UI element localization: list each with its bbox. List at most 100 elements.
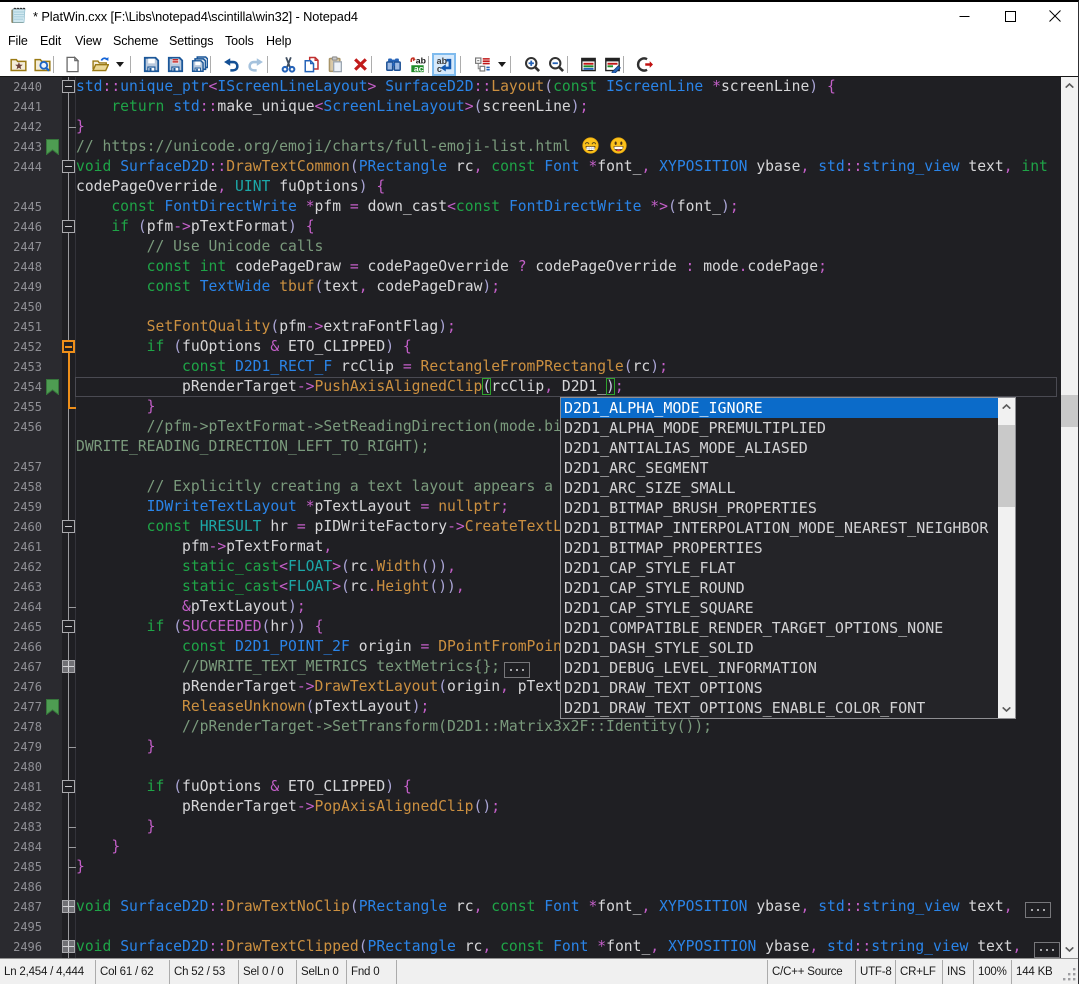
folded-text-ellipsis[interactable] <box>1034 942 1060 958</box>
fold-expand-button[interactable] <box>62 900 75 913</box>
code-row[interactable]: 2453 const D2D1_RECT_F rcClip = Rectangl… <box>0 357 1079 377</box>
code-line[interactable]: &pTextLayout); <box>76 597 306 617</box>
save-button[interactable] <box>140 53 163 76</box>
fold-collapse-button[interactable] <box>62 80 75 93</box>
line-number[interactable]: 2463 <box>0 577 42 597</box>
code-row[interactable]: 2495 <box>0 917 1079 937</box>
view-schemes-button[interactable] <box>577 53 600 76</box>
line-number[interactable]: 2451 <box>0 317 42 337</box>
menu-settings[interactable]: Settings <box>162 30 220 52</box>
line-number[interactable]: 2449 <box>0 277 42 297</box>
code-row[interactable]: codePageOverride, UINT fuOptions) { <box>0 177 1079 197</box>
scheme-dropdown-button[interactable] <box>495 53 509 76</box>
line-number[interactable]: 2454 <box>0 377 42 397</box>
resize-grip-icon[interactable] <box>1063 968 1077 982</box>
title-bar[interactable]: * PlatWin.cxx [F:\Libs\notepad4\scintill… <box>0 0 1079 30</box>
line-number[interactable]: 2479 <box>0 737 42 757</box>
menu-scheme[interactable]: Scheme <box>106 30 165 52</box>
line-number[interactable]: 2480 <box>0 757 42 777</box>
redo-button[interactable] <box>244 53 267 76</box>
code-row[interactable]: 2444void SurfaceD2D::DrawTextCommon(PRec… <box>0 157 1079 177</box>
status-selln[interactable]: SelLn 0 <box>297 960 347 984</box>
scroll-up-button[interactable] <box>998 398 1015 415</box>
status-144[interactable]: 144 KB <box>1012 960 1060 984</box>
line-number[interactable]: 2446 <box>0 217 42 237</box>
fold-collapse-button[interactable] <box>62 340 75 353</box>
menu-edit[interactable]: Edit <box>33 30 68 52</box>
fold-collapse-button[interactable] <box>62 520 75 533</box>
code-row[interactable]: 2448 const int codePageDraw = codePageOv… <box>0 257 1079 277</box>
code-row[interactable]: 2486 <box>0 877 1079 897</box>
code-line[interactable]: return std::make_unique<ScreenLineLayout… <box>76 97 588 117</box>
customize-schemes-button[interactable] <box>601 53 624 76</box>
code-line[interactable]: //DWRITE_TEXT_METRICS textMetrics{}; <box>76 657 530 677</box>
scrollbar-thumb[interactable] <box>1061 395 1078 427</box>
menu-view[interactable]: View <box>68 30 108 52</box>
code-row[interactable]: 2485} <box>0 857 1079 877</box>
line-number[interactable]: 2486 <box>0 877 42 897</box>
zoom-in-button[interactable] <box>521 53 544 76</box>
code-line[interactable]: if (SUCCEEDED(hr)) { <box>76 617 323 637</box>
scroll-down-button[interactable] <box>998 701 1015 718</box>
code-row[interactable]: 2441 return std::make_unique<ScreenLineL… <box>0 97 1079 117</box>
line-number[interactable]: 2461 <box>0 537 42 557</box>
autocomplete-item[interactable]: D2D1_ALPHA_MODE_PREMULTIPLIED <box>561 418 998 438</box>
code-row[interactable]: 2452 if (fuOptions & ETO_CLIPPED) { <box>0 337 1079 357</box>
status-ln[interactable]: Ln 2,454 / 4,444 <box>0 960 96 984</box>
line-number[interactable]: 2495 <box>0 917 42 937</box>
delete-button[interactable] <box>349 53 372 76</box>
code-row[interactable]: 2496void SurfaceD2D::DrawTextClipped(PRe… <box>0 937 1079 957</box>
browse-folder-button[interactable] <box>31 53 54 76</box>
autocomplete-item[interactable]: D2D1_BITMAP_BRUSH_PROPERTIES <box>561 498 998 518</box>
fold-collapse-button[interactable] <box>62 620 75 633</box>
fold-collapse-button[interactable] <box>62 780 75 793</box>
autocomplete-item[interactable]: D2D1_CAP_STYLE_FLAT <box>561 558 998 578</box>
autocomplete-item[interactable]: D2D1_CAP_STYLE_ROUND <box>561 578 998 598</box>
code-row[interactable]: 2487void SurfaceD2D::DrawTextNoClip(PRec… <box>0 897 1079 917</box>
code-line[interactable]: } <box>76 397 156 417</box>
line-number[interactable]: 2447 <box>0 237 42 257</box>
new-file-button[interactable] <box>61 53 84 76</box>
replace-button[interactable]: abac <box>406 53 429 76</box>
editor-scrollbar[interactable] <box>1061 77 1078 958</box>
line-number[interactable]: 2465 <box>0 617 42 637</box>
close-button[interactable] <box>1032 2 1078 30</box>
code-row[interactable]: 2445 const FontDirectWrite *pfm = down_c… <box>0 197 1079 217</box>
maximize-button[interactable] <box>987 2 1033 30</box>
line-number[interactable]: 2459 <box>0 497 42 517</box>
fold-expand-button[interactable] <box>62 660 75 673</box>
code-line[interactable]: DWRITE_READING_DIRECTION_LEFT_TO_RIGHT); <box>76 437 429 457</box>
code-row[interactable]: 2443// https://unicode.org/emoji/charts/… <box>0 137 1079 157</box>
copy-button[interactable] <box>300 53 323 76</box>
status-col[interactable]: Col 61 / 62 <box>96 960 170 984</box>
editor[interactable]: 2440std::unique_ptr<IScreenLineLayout> S… <box>0 77 1079 958</box>
line-number[interactable]: 2456 <box>0 417 42 437</box>
code-row[interactable]: 2447 // Use Unicode calls <box>0 237 1079 257</box>
line-number[interactable]: 2483 <box>0 817 42 837</box>
line-number[interactable]: 2466 <box>0 637 42 657</box>
code-row[interactable]: 2482 pRenderTarget->PopAxisAlignedClip()… <box>0 797 1079 817</box>
exit-button[interactable] <box>633 53 656 76</box>
code-row[interactable]: 2480 <box>0 757 1079 777</box>
code-line[interactable]: void SurfaceD2D::DrawTextCommon(PRectang… <box>76 157 1048 177</box>
code-row[interactable]: 2451 SetFontQuality(pfm->extraFontFlag); <box>0 317 1079 337</box>
line-number[interactable]: 2467 <box>0 657 42 677</box>
code-line[interactable]: const int codePageDraw = codePageOverrid… <box>76 257 827 277</box>
code-line[interactable]: static_cast<FLOAT>(rc.Width()), <box>76 557 456 577</box>
scroll-up-button[interactable] <box>1061 77 1078 94</box>
status-ch[interactable]: Ch 52 / 53 <box>170 960 239 984</box>
folded-text-ellipsis[interactable] <box>504 662 530 678</box>
line-number[interactable]: 2441 <box>0 97 42 117</box>
scroll-down-button[interactable] <box>1061 941 1078 958</box>
line-number[interactable]: 2487 <box>0 897 42 917</box>
status-c/c++[interactable]: C/C++ Source <box>768 960 856 984</box>
save-all-button[interactable] <box>188 53 211 76</box>
open-file-button[interactable] <box>89 53 112 76</box>
code-row[interactable]: 2454 pRenderTarget->PushAxisAlignedClip(… <box>0 377 1079 397</box>
status-100%[interactable]: 100% <box>974 960 1012 984</box>
line-number[interactable]: 2442 <box>0 117 42 137</box>
line-number[interactable]: 2457 <box>0 457 42 477</box>
code-row[interactable]: 2479 } <box>0 737 1079 757</box>
autocomplete-item[interactable]: D2D1_BITMAP_INTERPOLATION_MODE_NEAREST_N… <box>561 518 998 538</box>
scrollbar-thumb[interactable] <box>998 425 1015 507</box>
